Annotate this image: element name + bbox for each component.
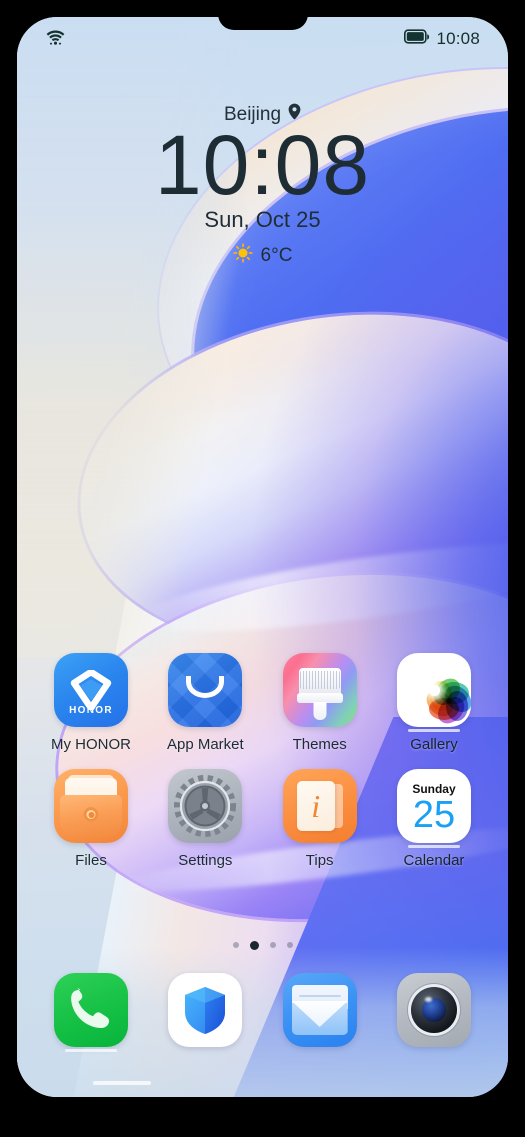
dock-app-camera[interactable]	[386, 973, 482, 1047]
camera-lens-glass	[421, 998, 446, 1022]
widget-time: 10:08	[154, 118, 371, 212]
app-grid: HONOR My HONOR App Market Themes Gallery…	[17, 653, 508, 885]
shield-icon[interactable]	[168, 973, 243, 1047]
widget-temperature: 6°C	[260, 244, 293, 266]
app-label: Settings	[178, 852, 233, 869]
app-label: Files	[75, 852, 107, 869]
wifi-icon	[45, 28, 66, 51]
page-dot-2-active[interactable]	[249, 940, 259, 950]
files-clasp	[83, 807, 99, 822]
info-letter-icon: i	[311, 787, 321, 824]
phone-dock-underline	[65, 1049, 117, 1052]
app-row-2: Files Settings i Tips Sunday 25 Calendar	[17, 769, 508, 869]
app-market-icon[interactable]	[168, 653, 243, 727]
widget-date: Sun, Oct 25	[204, 206, 321, 232]
clock-weather-widget[interactable]: Beijing 10:08 Sun, Oct 25 6°C	[17, 103, 508, 269]
app-label: Gallery	[410, 736, 458, 753]
app-label: Calendar	[403, 852, 465, 869]
app-label: Tips	[305, 852, 334, 869]
page-dot-4[interactable]	[286, 942, 293, 948]
email-icon[interactable]	[282, 973, 357, 1047]
page-dot-3[interactable]	[269, 942, 276, 948]
home-indicator-bar[interactable]	[93, 1081, 151, 1085]
paintbrush-bristles	[299, 671, 340, 689]
calendar-folder-underline	[407, 845, 460, 848]
phone-device: 10:08 Beijing 10:08 Sun, Oct 25 6°C HONO…	[0, 0, 525, 1137]
paintbrush-handle	[313, 702, 327, 720]
gallery-folder-underline	[407, 729, 460, 732]
waterdrop-notch	[217, 0, 308, 30]
files-icon[interactable]	[54, 769, 128, 843]
phone-icon[interactable]	[54, 973, 128, 1047]
envelope-text-line-1	[298, 995, 341, 997]
dock-app-optimizer[interactable]	[157, 973, 253, 1047]
app-label: Themes	[292, 736, 347, 753]
widget-weather-row[interactable]: 6°C	[232, 243, 293, 269]
dock-app-email[interactable]	[272, 973, 368, 1047]
status-bar-time: 10:08	[436, 29, 480, 48]
app-app-market[interactable]: App Market	[157, 653, 253, 753]
calendar-date-number: 25	[412, 794, 456, 837]
app-themes[interactable]: Themes	[272, 653, 368, 753]
page-dot-1[interactable]	[232, 942, 239, 948]
themes-icon[interactable]	[282, 653, 357, 727]
gallery-icon[interactable]	[396, 653, 471, 727]
app-files[interactable]: Files	[43, 769, 139, 869]
sun-icon	[232, 243, 253, 269]
dock	[17, 973, 508, 1052]
status-bar-right: 10:08	[404, 29, 480, 49]
page-indicator[interactable]	[17, 940, 508, 950]
phone-screen: 10:08 Beijing 10:08 Sun, Oct 25 6°C HONO…	[17, 17, 508, 1097]
dock-app-phone[interactable]	[43, 973, 139, 1052]
calendar-icon[interactable]: Sunday 25	[396, 769, 471, 843]
app-calendar[interactable]: Sunday 25 Calendar	[386, 769, 482, 869]
app-my-honor[interactable]: HONOR My HONOR	[43, 653, 139, 753]
tips-icon[interactable]: i	[282, 769, 357, 843]
app-label: My HONOR	[51, 736, 131, 753]
diamond-icon	[70, 668, 112, 712]
gear-icon	[174, 775, 237, 837]
status-bar-left	[45, 28, 66, 51]
my-honor-icon[interactable]: HONOR	[54, 653, 128, 727]
settings-icon[interactable]	[168, 769, 243, 843]
app-settings[interactable]: Settings	[157, 769, 253, 869]
app-label: App Market	[166, 736, 244, 753]
camera-icon[interactable]	[396, 973, 471, 1047]
my-honor-brand-text: HONOR	[69, 705, 113, 716]
battery-full-icon	[404, 29, 430, 49]
app-gallery[interactable]: Gallery	[386, 653, 482, 753]
app-row-1: HONOR My HONOR App Market Themes Gallery	[17, 653, 508, 753]
app-tips[interactable]: i Tips	[272, 769, 368, 869]
gallery-core-highlight	[428, 685, 440, 696]
